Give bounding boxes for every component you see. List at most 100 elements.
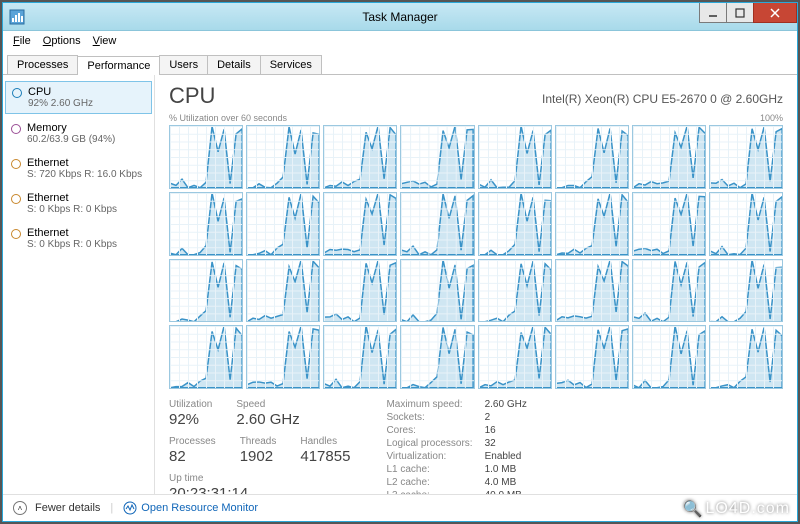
cpu-core-chart bbox=[400, 192, 474, 256]
fewer-details-button[interactable]: ˄ Fewer details bbox=[13, 501, 100, 515]
cpu-core-chart bbox=[709, 125, 783, 189]
sidebar-item-ethernet-4[interactable]: Ethernet S: 0 Kbps R: 0 Kbps bbox=[3, 221, 154, 256]
cpu-core-chart bbox=[169, 192, 243, 256]
chart-caption-left: % Utilization over 60 seconds bbox=[169, 113, 287, 123]
maximize-icon bbox=[735, 8, 745, 18]
cpu-model-name: Intel(R) Xeon(R) CPU E5-2670 0 @ 2.60GHz bbox=[542, 92, 783, 106]
sidebar-item-memory-1[interactable]: Memory 60.2/63.9 GB (94%) bbox=[3, 116, 154, 151]
menu-file[interactable]: File bbox=[7, 33, 37, 49]
detail-label: Virtualization: bbox=[386, 451, 472, 463]
stat-value-speed: 2.60 GHz bbox=[236, 411, 299, 428]
stat-label: Threads bbox=[240, 436, 277, 447]
sidebar-item-ethernet-3[interactable]: Ethernet S: 0 Kbps R: 0 Kbps bbox=[3, 186, 154, 221]
cpu-core-chart bbox=[246, 192, 320, 256]
stat-label: Processes bbox=[169, 436, 216, 447]
detail-label: Sockets: bbox=[386, 412, 472, 424]
detail-label: Maximum speed: bbox=[386, 399, 472, 411]
stat-value-handles: 417855 bbox=[300, 448, 350, 465]
cpu-core-chart bbox=[169, 325, 243, 389]
detail-value: 2.60 GHz bbox=[485, 399, 527, 411]
eth-dot-icon bbox=[11, 194, 21, 204]
cpu-core-chart bbox=[709, 259, 783, 323]
content-area: CPU 92% 2.60 GHz Memory 60.2/63.9 GB (94… bbox=[3, 75, 797, 494]
cpu-core-chart bbox=[478, 259, 552, 323]
detail-value: Enabled bbox=[485, 451, 527, 463]
panel-title: CPU bbox=[169, 83, 215, 109]
menu-options[interactable]: Options bbox=[37, 33, 87, 49]
cpu-core-chart bbox=[246, 325, 320, 389]
tab-users[interactable]: Users bbox=[159, 55, 208, 74]
cpu-core-grid bbox=[169, 125, 783, 389]
app-icon bbox=[9, 9, 25, 25]
close-icon bbox=[770, 8, 780, 18]
sidebar-item-sub: S: 0 Kbps R: 0 Kbps bbox=[27, 204, 117, 215]
sidebar-item-title: Memory bbox=[27, 122, 115, 134]
cpu-core-chart bbox=[632, 125, 706, 189]
cpu-core-chart bbox=[632, 192, 706, 256]
titlebar[interactable]: Task Manager bbox=[3, 3, 797, 31]
cpu-core-chart bbox=[555, 259, 629, 323]
stat-label: Utilization bbox=[169, 399, 212, 410]
tab-performance[interactable]: Performance bbox=[77, 56, 160, 75]
sidebar-item-sub: S: 0 Kbps R: 0 Kbps bbox=[27, 239, 117, 250]
resource-monitor-icon bbox=[123, 501, 137, 515]
stat-label: Speed bbox=[236, 399, 299, 410]
eth-dot-icon bbox=[11, 229, 21, 239]
footer: ˄ Fewer details | Open Resource Monitor bbox=[3, 494, 797, 521]
cpu-core-chart bbox=[709, 192, 783, 256]
minimize-icon bbox=[708, 8, 718, 18]
window-title: Task Manager bbox=[362, 10, 437, 24]
cpu-core-chart bbox=[169, 259, 243, 323]
sidebar-item-cpu-0[interactable]: CPU 92% 2.60 GHz bbox=[5, 81, 152, 114]
stat-value-processes: 82 bbox=[169, 448, 216, 465]
maximize-button[interactable] bbox=[726, 3, 754, 23]
menubar: File Options View bbox=[3, 31, 797, 51]
detail-label: Logical processors: bbox=[386, 438, 472, 450]
detail-value: 1.0 MB bbox=[485, 464, 527, 476]
cpu-core-chart bbox=[323, 259, 397, 323]
stat-value-utilization: 92% bbox=[169, 411, 212, 428]
stats-area: Utilization92% Speed2.60 GHz Processes82… bbox=[169, 399, 783, 494]
tab-details[interactable]: Details bbox=[207, 55, 261, 74]
chevron-up-icon: ˄ bbox=[13, 501, 27, 515]
cpu-core-chart bbox=[555, 325, 629, 389]
cpu-core-chart bbox=[632, 259, 706, 323]
stat-label: Up time bbox=[169, 473, 248, 484]
detail-value: 16 bbox=[485, 425, 527, 437]
chart-caption-right: 100% bbox=[760, 113, 783, 123]
detail-label: Cores: bbox=[386, 425, 472, 437]
stat-value-uptime: 20:23:31:14 bbox=[169, 485, 248, 494]
minimize-button[interactable] bbox=[699, 3, 727, 23]
close-button[interactable] bbox=[753, 3, 797, 23]
detail-value: 32 bbox=[485, 438, 527, 450]
tab-processes[interactable]: Processes bbox=[7, 55, 78, 74]
cpu-core-chart bbox=[246, 125, 320, 189]
sidebar-item-title: CPU bbox=[28, 86, 93, 98]
cpu-core-chart bbox=[400, 259, 474, 323]
sidebar-item-sub: 92% 2.60 GHz bbox=[28, 98, 93, 109]
cpu-core-chart bbox=[400, 325, 474, 389]
cpu-core-chart bbox=[478, 125, 552, 189]
stat-value-threads: 1902 bbox=[240, 448, 277, 465]
cpu-dot-icon bbox=[12, 88, 22, 98]
open-resource-monitor-link[interactable]: Open Resource Monitor bbox=[123, 501, 258, 515]
sidebar-item-title: Ethernet bbox=[27, 157, 142, 169]
menu-view[interactable]: View bbox=[87, 33, 123, 49]
sidebar-item-ethernet-2[interactable]: Ethernet S: 720 Kbps R: 16.0 Kbps bbox=[3, 151, 154, 186]
cpu-core-chart bbox=[555, 125, 629, 189]
tab-strip: ProcessesPerformanceUsersDetailsServices bbox=[3, 51, 797, 75]
detail-label: L1 cache: bbox=[386, 464, 472, 476]
main-panel: CPU Intel(R) Xeon(R) CPU E5-2670 0 @ 2.6… bbox=[155, 75, 797, 494]
sidebar-item-sub: 60.2/63.9 GB (94%) bbox=[27, 134, 115, 145]
task-manager-window: Task Manager File Options View Processes… bbox=[2, 2, 798, 522]
cpu-core-chart bbox=[169, 125, 243, 189]
cpu-core-chart bbox=[632, 325, 706, 389]
cpu-core-chart bbox=[323, 192, 397, 256]
cpu-core-chart bbox=[478, 192, 552, 256]
sidebar-item-sub: S: 720 Kbps R: 16.0 Kbps bbox=[27, 169, 142, 180]
stat-label: Handles bbox=[300, 436, 350, 447]
cpu-core-chart bbox=[323, 125, 397, 189]
cpu-core-chart bbox=[555, 192, 629, 256]
sidebar: CPU 92% 2.60 GHz Memory 60.2/63.9 GB (94… bbox=[3, 75, 155, 494]
tab-services[interactable]: Services bbox=[260, 55, 322, 74]
